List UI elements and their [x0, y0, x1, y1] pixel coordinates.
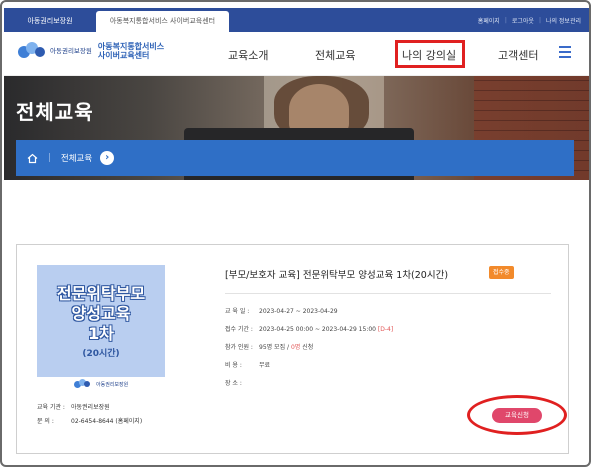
course-details: 교 육 일 : 2023-04-27 ~ 2023-04-29 접수 기간 : … — [225, 303, 393, 393]
capacity-total: 95명 모집 / — [259, 344, 290, 351]
home-link[interactable]: 홈페이지 — [478, 16, 500, 25]
my-info-link[interactable]: 나의 정보관리 — [546, 16, 581, 25]
breadcrumb-divider: | — [48, 153, 51, 163]
breadcrumb: | 전체교육 › — [16, 140, 574, 176]
org-label: 교육 기관 : — [37, 404, 65, 411]
nav-customer-center[interactable]: 고객센터 — [498, 47, 538, 63]
highlight-box — [395, 40, 465, 68]
nav-edu-intro[interactable]: 교육소개 — [228, 47, 268, 63]
edu-date-label: 교 육 일 : — [225, 308, 250, 315]
logo-org-name: 아동권리보장원 — [50, 46, 92, 55]
apply-period-label: 접수 기간 : — [225, 326, 253, 333]
course-thumbnail[interactable]: 전문위탁부모 양성교육 1차 (20시간) — [37, 265, 165, 377]
home-icon[interactable] — [26, 152, 38, 164]
divider: | — [504, 16, 507, 24]
utility-bar: 아동권리보장원 아동복지통합서비스 사이버교육센터 홈페이지 | 로그아웃 | … — [4, 8, 589, 32]
hero-person — [289, 84, 349, 134]
capacity-current: 0명 — [290, 344, 301, 351]
breadcrumb-current[interactable]: 전체교육 — [61, 152, 92, 164]
divider: | — [538, 16, 541, 24]
contact-label: 문 의 : — [37, 418, 54, 425]
course-org-info: 교육 기관 : 아동권리보장원 문 의 : 02-6454-8644 (홈페이지… — [37, 401, 142, 429]
utility-links: 홈페이지 | 로그아웃 | 나의 정보관리 — [478, 8, 581, 32]
apply-period-value: 2023-04-25 00:00 ~ 2023-04-29 15:00 — [259, 326, 376, 333]
browser-frame: 아동권리보장원 아동복지통합서비스 사이버교육센터 홈페이지 | 로그아웃 | … — [0, 0, 591, 467]
course-title[interactable]: [부모/보호자 교육] 전문위탁부모 양성교육 1차(20시간) — [225, 267, 448, 281]
logo-emblem-icon — [18, 42, 48, 60]
course-org-logo: 아동권리보장원 — [74, 379, 128, 389]
cost-value: 무료 — [259, 362, 271, 369]
contact-value: 02-6454-8644 (홈페이지) — [71, 418, 143, 425]
place-label: 장 소 : — [225, 380, 242, 387]
edu-date-value: 2023-04-27 ~ 2023-04-29 — [259, 308, 338, 315]
status-badge: 접수중 — [489, 266, 514, 279]
capacity-suffix: 신청 — [302, 344, 314, 351]
course-card: 전문위탁부모 양성교육 1차 (20시간) 아동권리보장원 교육 기관 : 아동… — [16, 244, 569, 454]
org-emblem-icon — [74, 379, 94, 389]
dday-badge: [D-4] — [377, 326, 394, 333]
site-tab-cyber-center[interactable]: 아동복지통합서비스 사이버교육센터 — [96, 11, 229, 32]
page-title: 전체교육 — [16, 100, 94, 124]
chevron-right-icon[interactable]: › — [100, 151, 115, 165]
logout-link[interactable]: 로그아웃 — [512, 16, 534, 25]
org-value: 아동권리보장원 — [71, 404, 110, 411]
divider — [225, 293, 551, 294]
site-header: 아동권리보장원 아동복지통합서비스 사이버교육센터 교육소개 전체교육 나의 강… — [4, 32, 589, 76]
cost-label: 비 용 : — [225, 362, 242, 369]
highlight-ellipse — [467, 395, 567, 435]
site-logo[interactable]: 아동권리보장원 아동복지통합서비스 사이버교육센터 — [18, 42, 164, 60]
capacity-label: 참가 인원 : — [225, 344, 253, 351]
site-tab-agency[interactable]: 아동권리보장원 — [4, 11, 96, 32]
nav-all-courses[interactable]: 전체교육 — [315, 47, 355, 63]
logo-service-name: 아동복지통합서비스 사이버교육센터 — [97, 42, 165, 60]
hamburger-menu-icon[interactable] — [559, 46, 571, 58]
